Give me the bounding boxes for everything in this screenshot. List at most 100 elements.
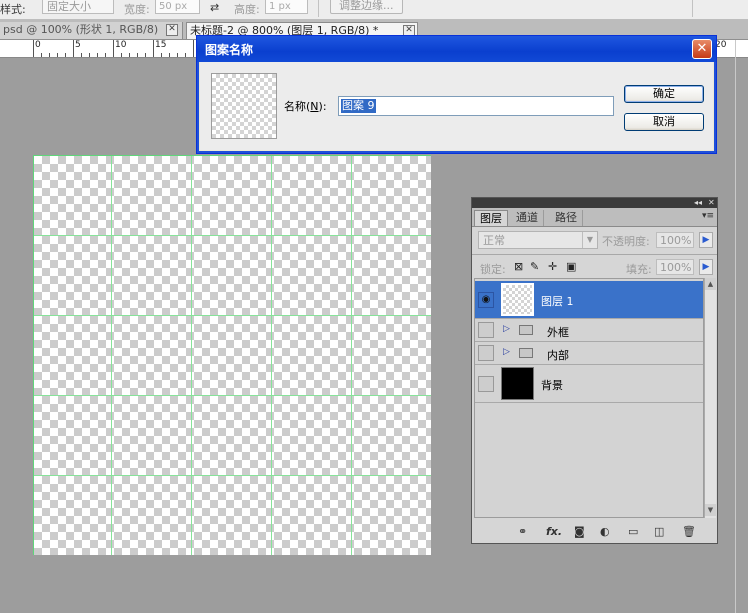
document-canvas[interactable] <box>33 155 431 555</box>
ruler-minor-tick <box>65 53 66 57</box>
close-icon[interactable]: ✕ <box>692 39 712 59</box>
collapse-icon[interactable]: ◂◂ <box>694 198 702 208</box>
opacity-input[interactable]: 100% <box>656 232 694 248</box>
workspace-edge <box>735 40 736 613</box>
new-layer-icon[interactable]: ◫ <box>654 525 664 538</box>
ruler-tick <box>153 40 154 57</box>
pattern-name-input[interactable]: 图案 9 <box>338 96 614 116</box>
expand-triangle-icon[interactable]: ▷ <box>503 324 510 334</box>
folder-icon <box>519 348 533 358</box>
lock-brush-icon[interactable]: ✎ <box>530 260 539 273</box>
ruler-minor-tick <box>89 53 90 57</box>
adjustment-icon[interactable]: ◐ <box>600 525 610 538</box>
ruler-minor-tick <box>129 53 130 57</box>
tab-paths[interactable]: 路径 <box>550 210 583 226</box>
ruler-tick <box>33 40 34 57</box>
new-group-icon[interactable]: ▭ <box>628 525 638 538</box>
blend-mode-value: 正常 <box>483 234 505 247</box>
link-icon[interactable]: ⚭ <box>518 525 527 538</box>
layers-panel: ◂◂ ✕ 图层 通道 路径 ▾≡ 正常 ▼ 不透明度: 100% ▶ 锁定: ⊠… <box>471 197 718 544</box>
layer-name: 外框 <box>547 326 569 339</box>
opacity-arrow-icon[interactable]: ▶ <box>699 232 713 248</box>
tab-document-1[interactable]: psd @ 100% (形状 1, RGB/8) ✕ <box>0 22 183 39</box>
swap-icon[interactable]: ⇄ <box>210 1 219 14</box>
expand-triangle-icon[interactable]: ▷ <box>503 347 510 357</box>
scroll-up-icon[interactable]: ▲ <box>705 278 716 290</box>
dialog-title: 图案名称 <box>205 43 254 57</box>
pattern-name-dialog: 图案名称 ✕ 名称(N): 图案 9 确定 取消 <box>196 35 717 154</box>
layer-name: 背景 <box>541 379 563 392</box>
style-select[interactable]: 固定大小 <box>42 0 114 14</box>
ruler-label: 15 <box>155 40 167 50</box>
scroll-down-icon[interactable]: ▼ <box>705 504 716 516</box>
guide-vertical <box>271 156 272 555</box>
layer-group-row[interactable]: ▷ 内部 <box>475 342 703 365</box>
name-label: 名称(N): <box>284 98 327 114</box>
width-label: 宽度: <box>124 3 150 16</box>
ok-button[interactable]: 确定 <box>624 85 704 103</box>
blend-mode-select[interactable]: 正常 ▼ <box>478 231 598 249</box>
height-input[interactable]: 1 px <box>265 0 308 14</box>
lock-move-icon[interactable]: ✛ <box>548 260 557 273</box>
options-divider-right <box>692 0 693 17</box>
dialog-body: 名称(N): 图案 9 确定 取消 <box>200 62 713 150</box>
ruler-tick <box>193 40 194 57</box>
tab-layers[interactable]: 图层 <box>474 210 508 226</box>
ruler-minor-tick <box>49 53 50 57</box>
guide-vertical <box>111 156 112 555</box>
mask-icon[interactable]: ◙ <box>574 525 585 538</box>
ruler-minor-tick <box>105 53 106 57</box>
style-label: 样式: <box>0 3 26 16</box>
options-divider <box>318 0 319 17</box>
guide-horizontal <box>34 235 431 236</box>
name-label-prefix: 名称( <box>284 100 311 113</box>
visibility-toggle[interactable] <box>478 322 494 338</box>
layers-scrollbar[interactable]: ▲ ▼ <box>704 278 716 518</box>
ruler-minor-tick <box>137 53 138 57</box>
ruler-tick <box>113 40 114 57</box>
fill-input[interactable]: 100% <box>656 259 694 275</box>
tab-close-icon[interactable]: ✕ <box>166 24 178 36</box>
panel-header[interactable]: ◂◂ ✕ <box>472 198 717 208</box>
guide-vertical <box>351 156 352 555</box>
lock-all-icon[interactable]: ▣ <box>566 260 576 273</box>
fill-arrow-icon[interactable]: ▶ <box>699 259 713 275</box>
ruler-label: 5 <box>75 40 81 50</box>
name-label-suffix: ): <box>318 100 327 113</box>
visibility-toggle[interactable] <box>478 345 494 361</box>
cancel-button[interactable]: 取消 <box>624 113 704 131</box>
background-layer-row[interactable]: 背景 <box>475 365 703 403</box>
visibility-toggle[interactable] <box>478 376 494 392</box>
fill-label: 填充: <box>626 263 652 276</box>
layers-list: ◉ 图层 1 ▷ 外框 ▷ 内部 背景 <box>474 278 704 518</box>
guide-horizontal <box>34 395 431 396</box>
opacity-value: 100% <box>660 234 692 247</box>
trash-icon[interactable]: 🗑 <box>682 525 696 538</box>
panel-tabs: 图层 通道 路径 ▾≡ <box>472 208 717 227</box>
dialog-title-bar[interactable]: 图案名称 ✕ <box>197 36 716 62</box>
height-value: 1 px <box>269 1 291 12</box>
panel-close-icon[interactable]: ✕ <box>708 198 715 208</box>
width-input[interactable]: 50 px <box>155 0 200 14</box>
tab-channels[interactable]: 通道 <box>511 210 544 226</box>
ruler-label: 10 <box>115 40 127 50</box>
lock-transparent-icon[interactable]: ⊠ <box>514 260 523 273</box>
ruler-minor-tick <box>81 53 82 57</box>
lock-label: 锁定: <box>480 263 506 276</box>
opacity-label: 不透明度: <box>602 235 650 248</box>
pattern-name-value: 图案 9 <box>341 99 376 113</box>
panel-footer: ⚭ fx. ◙ ◐ ▭ ◫ 🗑 <box>472 520 717 543</box>
ruler-minor-tick <box>41 53 42 57</box>
ruler-minor-tick <box>97 53 98 57</box>
panel-menu-icon[interactable]: ▾≡ <box>702 211 714 221</box>
width-value: 50 px <box>159 1 188 12</box>
refine-edge-button[interactable]: 调整边缘... <box>330 0 403 14</box>
fx-icon[interactable]: fx. <box>546 525 562 538</box>
ruler-minor-tick <box>121 53 122 57</box>
layer-row-1[interactable]: ◉ 图层 1 <box>475 281 703 319</box>
ruler-minor-tick <box>185 53 186 57</box>
ruler-label: 0 <box>35 40 41 50</box>
layer-group-row[interactable]: ▷ 外框 <box>475 319 703 342</box>
name-label-mnemonic: N <box>310 100 319 113</box>
eye-icon[interactable]: ◉ <box>478 292 494 308</box>
